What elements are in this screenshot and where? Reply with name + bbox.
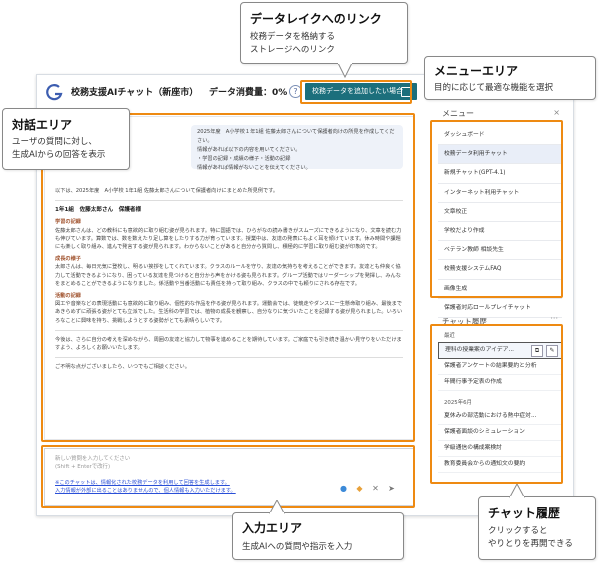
callout-desc: ユーザの質問に対し、 [12,137,97,147]
more-options-icon[interactable]: ··· [550,314,558,323]
callout-desc: 生成AIへの質問や指示を入力 [242,542,353,552]
data-usage-label: データ消費量：0% [209,88,288,98]
callout-pointer [269,500,285,514]
callout-title: チャット履歴 [488,506,560,520]
callout-datalake: データレイクへのリンク 校務データを格納する ストレージへのリンク [240,2,408,64]
menu-area-highlight [430,120,563,298]
callout-desc: やりとりを再開できる [488,539,573,549]
callout-title: データレイクへのリンク [250,12,382,26]
app-logo-icon [46,84,63,101]
callout-history: チャット履歴 クリックすると やりとりを再開できる [478,496,596,560]
close-icon[interactable]: × [553,108,560,117]
callout-desc: 校務データを格納する [250,32,336,42]
app-title: 校務支援AIチャット（新座市） [71,88,199,98]
callout-title: メニューエリア [434,64,519,78]
callout-desc: ストレージへのリンク [250,45,335,55]
menu-title: メニュー [442,109,474,118]
callout-input: 入力エリア 生成AIへの質問や指示を入力 [232,512,404,560]
callout-desc: 目的に応じて最適な機能を選択 [434,83,554,93]
callout-dialog: 対話エリア ユーザの質問に対し、 生成AIからの回答を表示 [2,108,130,170]
callout-pointer [509,484,525,498]
callout-title: 対話エリア [12,118,73,132]
callout-pointer [337,63,353,79]
datalake-highlight [300,80,412,104]
callout-desc: クリックすると [488,526,548,536]
callout-desc: 生成AIからの回答を表示 [12,150,106,160]
callout-menu: メニューエリア 目的に応じて最適な機能を選択 [424,56,596,100]
history-area-highlight [430,324,563,484]
input-area-highlight [41,445,415,508]
callout-title: 入力エリア [242,521,303,535]
